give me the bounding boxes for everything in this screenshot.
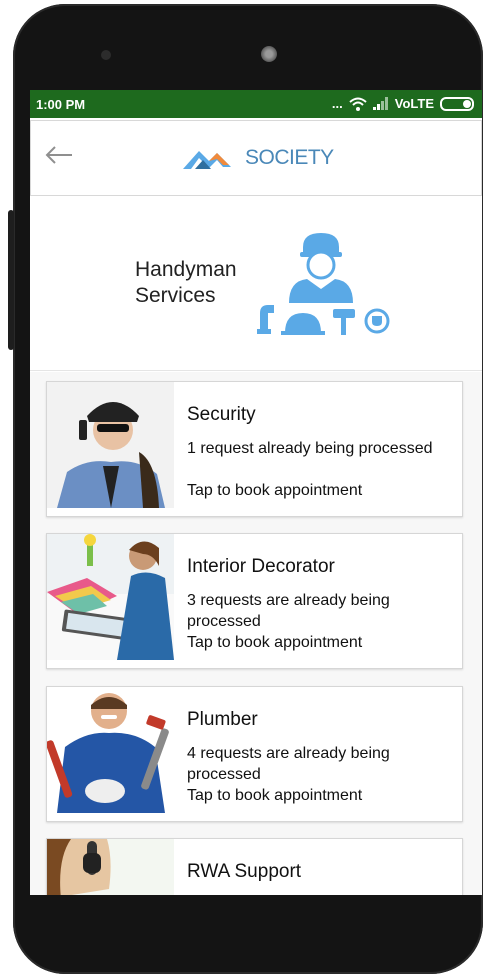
rwa-support-image	[47, 839, 174, 895]
security-guard-image	[47, 382, 174, 508]
hero-title: Handyman Services	[135, 257, 265, 309]
wifi-icon	[349, 97, 367, 111]
service-title: Security	[187, 404, 256, 425]
service-request-status: 3 requests are already being processed	[187, 592, 390, 630]
back-arrow-icon[interactable]	[45, 141, 73, 172]
society-logo: SOCIETY	[183, 145, 334, 171]
roof-logo-icon	[183, 151, 231, 169]
earpiece-speaker	[261, 46, 277, 62]
plumber-image	[47, 687, 174, 813]
status-bar: 1:00 PM ... VoLTE	[30, 90, 482, 118]
logo-text: SOCIETY	[245, 146, 334, 169]
book-appointment-link[interactable]: Tap to book appointment	[187, 634, 362, 652]
service-card-security[interactable]: Security 1 request already being process…	[46, 381, 463, 517]
services-list: Security 1 request already being process…	[30, 372, 482, 895]
book-appointment-link[interactable]: Tap to book appointment	[187, 482, 362, 500]
hero-title-line1: Handyman	[135, 258, 237, 281]
service-card-interior-decorator[interactable]: Interior Decorator 3 requests are alread…	[46, 533, 463, 669]
network-type: VoLTE	[394, 96, 434, 111]
service-card-rwa-support[interactable]: RWA Support	[46, 838, 463, 895]
battery-icon	[440, 96, 474, 111]
service-card-plumber[interactable]: Plumber 4 requests are already being pro…	[46, 686, 463, 822]
service-title: Interior Decorator	[187, 556, 335, 577]
interior-decorator-image	[47, 534, 174, 660]
service-request-status: 1 request already being processed	[187, 440, 433, 457]
front-camera	[101, 50, 111, 60]
status-time: 1:00 PM	[36, 97, 86, 112]
signal-icon	[372, 97, 388, 110]
screen: 1:00 PM ... VoLTE SOCIETY Handyman Servi…	[30, 90, 482, 895]
handyman-icon	[257, 233, 390, 335]
app-bar: SOCIETY	[30, 120, 482, 196]
service-title: Plumber	[187, 709, 258, 730]
hero-title-line2: Services	[135, 284, 216, 307]
book-appointment-link[interactable]: Tap to book appointment	[187, 787, 362, 805]
service-request-status: 4 requests are already being processed	[187, 745, 390, 783]
status-icons: ... VoLTE	[332, 96, 474, 111]
notification-dots: ...	[331, 96, 343, 111]
service-title: RWA Support	[187, 861, 302, 882]
hero-banner: Handyman Services	[30, 195, 482, 371]
side-button	[8, 210, 14, 350]
